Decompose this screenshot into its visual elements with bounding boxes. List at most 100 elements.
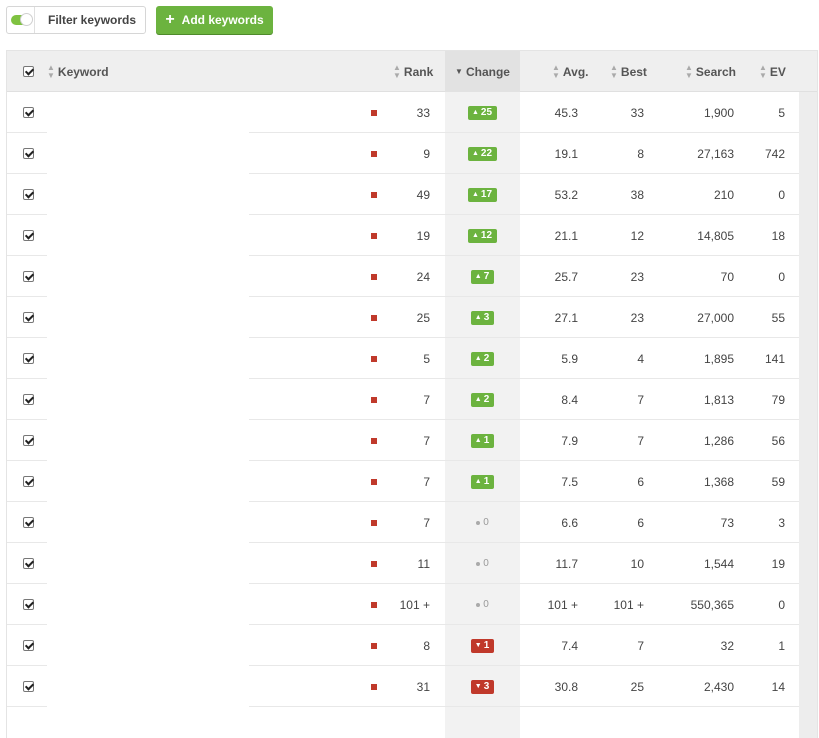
keyword-cell[interactable] — [47, 338, 249, 379]
row-checkbox[interactable] — [23, 461, 34, 502]
keyword-cell[interactable] — [47, 461, 249, 502]
row-checkbox[interactable] — [23, 543, 34, 584]
tracking-flag-icon — [371, 502, 377, 543]
search-value: 14,805 — [697, 228, 734, 243]
table-row[interactable]: 101 + 0 101 + 101 + 550,365 0 — [7, 584, 801, 625]
keyword-cell[interactable] — [47, 92, 249, 133]
keyword-cell[interactable] — [47, 666, 249, 707]
rank-value: 8 — [423, 638, 430, 653]
table-row[interactable]: 33 ▲ 25 45.3 33 1,900 5 — [7, 92, 801, 133]
filter-toggle[interactable] — [7, 7, 35, 33]
table-row[interactable]: 7 ▲ 1 7.5 6 1,368 59 — [7, 461, 801, 502]
row-checkbox[interactable] — [23, 502, 34, 543]
row-checkbox[interactable] — [23, 174, 34, 215]
column-header-avg[interactable]: ▲ ▼ Avg. — [552, 51, 588, 92]
table-row[interactable]: 19 ▲ 12 21.1 12 14,805 18 — [7, 215, 801, 256]
column-header-change[interactable]: ▼ Change — [445, 51, 520, 92]
row-checkbox[interactable] — [23, 215, 34, 256]
ev-value: 0 — [778, 269, 785, 284]
change-value: 7 — [483, 271, 490, 282]
avg-value: 30.8 — [554, 679, 578, 694]
select-all-checkbox[interactable] — [23, 51, 34, 92]
row-checkbox[interactable] — [23, 338, 34, 379]
column-avg-label: Avg. — [562, 64, 589, 79]
avg-value: 6.6 — [561, 515, 578, 530]
keyword-cell[interactable] — [47, 420, 249, 461]
add-keywords-button[interactable]: + Add keywords — [156, 6, 273, 34]
row-checkbox[interactable] — [23, 420, 34, 461]
rank-value: 7 — [423, 392, 430, 407]
change-cell: 0 — [445, 543, 520, 584]
rank-value: 33 — [416, 105, 430, 120]
search-value: 73 — [720, 515, 734, 530]
sort-icon: ▲ ▼ — [685, 62, 693, 80]
table-row[interactable]: 7 0 6.6 6 73 3 — [7, 502, 801, 543]
table-row[interactable]: 25 ▲ 3 27.1 23 27,000 55 — [7, 297, 801, 338]
row-checkbox[interactable] — [23, 379, 34, 420]
rank-value: 11 — [417, 556, 430, 571]
table-row[interactable]: 24 ▲ 7 25.7 23 70 0 — [7, 256, 801, 297]
tracking-flag-icon — [371, 543, 377, 584]
rank-change-up-badge: ▲ 12 — [467, 228, 498, 243]
ev-value: 5 — [778, 105, 785, 120]
change-cell: ▼ 1 — [445, 625, 520, 666]
keyword-cell[interactable] — [47, 256, 249, 297]
column-header-search[interactable]: ▲ ▼ Search — [685, 51, 736, 92]
sort-icon: ▲ ▼ — [610, 62, 618, 80]
tracking-flag-icon — [371, 420, 377, 461]
change-cell: ▲ 2 — [445, 338, 520, 379]
column-header-ev[interactable]: ▲ ▼ EV — [759, 51, 786, 92]
search-value: 1,813 — [703, 392, 734, 407]
arrow-down-icon: ▼ — [474, 642, 482, 649]
row-checkbox[interactable] — [23, 666, 34, 707]
vertical-scrollbar[interactable] — [799, 92, 817, 738]
table-row[interactable]: 9 ▲ 22 19.1 8 27,163 742 — [7, 133, 801, 174]
column-change-label: Change — [465, 64, 510, 79]
row-checkbox[interactable] — [23, 625, 34, 666]
change-cell: 0 — [445, 502, 520, 543]
row-checkbox[interactable] — [23, 297, 34, 338]
keyword-cell[interactable] — [47, 584, 249, 625]
keyword-cell[interactable] — [47, 133, 249, 174]
keyword-cell[interactable] — [47, 543, 249, 584]
row-checkbox[interactable] — [23, 133, 34, 174]
table-row[interactable]: 8 ▼ 1 7.4 7 32 1 — [7, 625, 801, 666]
keyword-cell[interactable] — [47, 215, 249, 256]
row-checkbox[interactable] — [23, 256, 34, 297]
change-value: 1 — [483, 476, 490, 487]
rank-change-up-badge: ▲ 2 — [470, 351, 495, 366]
best-value: 7 — [637, 392, 644, 407]
column-best-label: Best — [620, 64, 647, 79]
table-row[interactable]: 31 ▼ 3 30.8 25 2,430 14 — [7, 666, 801, 707]
add-keywords-label: Add keywords — [181, 13, 264, 27]
keyword-cell[interactable] — [47, 625, 249, 666]
keyword-cell[interactable] — [47, 502, 249, 543]
table-row[interactable]: 7 ▲ 1 7.9 7 1,286 56 — [7, 420, 801, 461]
table-row[interactable]: 5 ▲ 2 5.9 4 1,895 141 — [7, 338, 801, 379]
column-rank-label: Rank — [403, 64, 434, 79]
table-row[interactable]: 49 ▲ 17 53.2 38 210 0 — [7, 174, 801, 215]
rank-value: 101 + — [399, 597, 430, 612]
arrow-up-icon: ▲ — [474, 355, 482, 362]
ev-value: 59 — [771, 474, 785, 489]
column-header-keyword[interactable]: ▲ ▼ Keyword — [47, 51, 109, 92]
row-checkbox[interactable] — [23, 584, 34, 625]
rank-change-up-badge: ▲ 3 — [470, 310, 495, 325]
arrow-up-icon: ▲ — [474, 437, 482, 444]
avg-value: 27.1 — [554, 310, 578, 325]
ev-value: 0 — [778, 187, 785, 202]
row-checkbox[interactable] — [23, 92, 34, 133]
column-header-best[interactable]: ▲ ▼ Best — [610, 51, 647, 92]
change-value: 3 — [483, 312, 490, 323]
rank-change-up-badge: ▲ 25 — [467, 105, 498, 120]
table-row[interactable]: 11 0 11.7 10 1,544 19 — [7, 543, 801, 584]
toggle-track — [10, 13, 33, 26]
filter-keywords-button[interactable]: Filter keywords — [6, 6, 146, 34]
search-value: 2,430 — [703, 679, 734, 694]
keyword-cell[interactable] — [47, 379, 249, 420]
keyword-cell[interactable] — [47, 174, 249, 215]
table-row[interactable]: 7 ▲ 2 8.4 7 1,813 79 — [7, 379, 801, 420]
column-header-rank[interactable]: ▲ ▼ Rank — [393, 51, 433, 92]
rank-change-up-badge: ▲ 22 — [467, 146, 498, 161]
keyword-cell[interactable] — [47, 297, 249, 338]
